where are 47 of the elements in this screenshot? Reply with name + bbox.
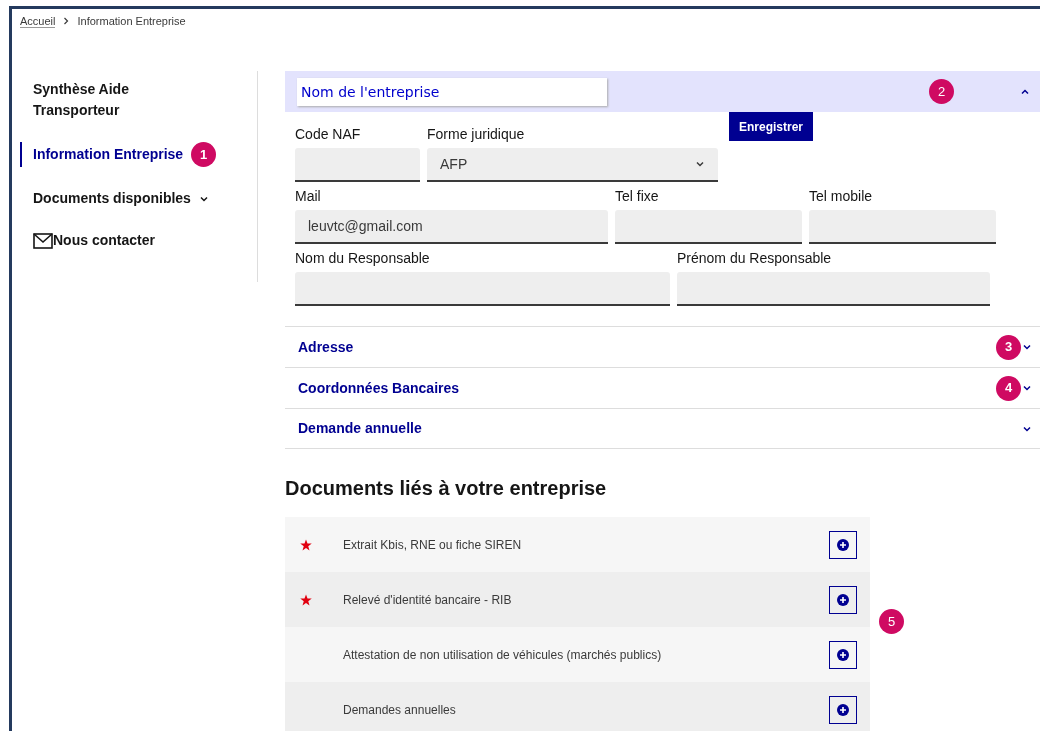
input-field[interactable] xyxy=(677,272,990,306)
document-name: Demandes annuelles xyxy=(343,701,456,719)
company-name-field[interactable]: Nom de l'entreprise xyxy=(297,77,607,106)
sidebar-link[interactable]: Nous contacter xyxy=(53,230,155,251)
chevron-right-icon xyxy=(63,17,70,25)
annotation-badge: 3 xyxy=(996,334,1021,360)
input-field[interactable] xyxy=(295,148,420,182)
field-label: Prénom du Responsable xyxy=(677,249,833,268)
annotation-badge: 5 xyxy=(879,609,904,634)
sidebar-link[interactable]: Information Entreprise xyxy=(33,144,184,165)
add-button[interactable] xyxy=(829,585,857,614)
field-label: Tel mobile xyxy=(809,187,874,206)
accordion-header[interactable]: Nom de l'entreprise 2 xyxy=(285,71,1040,112)
field-label: Code NAF xyxy=(295,125,362,144)
accordion-header[interactable]: Demande annuelle xyxy=(285,408,1040,449)
section-heading: Documents liés à votre entreprise xyxy=(285,476,608,501)
annotation-badge: 2 xyxy=(929,79,954,104)
annotation-badge: 4 xyxy=(996,375,1021,401)
field-label: Mail xyxy=(295,187,322,206)
chevron-down-icon xyxy=(695,159,705,169)
select-field[interactable]: AFP xyxy=(427,148,718,182)
field-label: Nom du Responsable xyxy=(295,249,431,268)
input-field[interactable]: leuvtc@gmail.com xyxy=(295,210,608,244)
annotation-badge: 1 xyxy=(191,142,217,167)
save-button[interactable]: Enregistrer xyxy=(729,112,814,141)
accordion-header[interactable]: Adresse 3 xyxy=(285,326,1040,367)
plus-circle-icon xyxy=(837,538,849,551)
field-label: Tel fixe xyxy=(615,187,660,206)
sidebar-link[interactable]: Synthèse Aide Transporteur xyxy=(33,79,153,121)
add-button[interactable] xyxy=(829,695,857,724)
add-button[interactable] xyxy=(829,530,857,559)
field-label: Forme juridique xyxy=(427,125,526,144)
breadcrumb-current: Information Entreprise xyxy=(77,15,186,27)
input-field[interactable] xyxy=(295,272,670,306)
document-name: Relevé d'identité bancaire - RIB xyxy=(343,591,512,609)
input-field[interactable] xyxy=(615,210,802,244)
document-name: Extrait Kbis, RNE ou fiche SIREN xyxy=(343,536,522,554)
document-name: Attestation de non utilisation de véhicules (marchés publics) xyxy=(343,646,662,664)
sidebar-link[interactable]: Documents disponibles xyxy=(33,188,191,209)
plus-circle-icon xyxy=(837,703,849,716)
add-button[interactable] xyxy=(829,640,857,669)
accordion-header[interactable]: Coordonnées Bancaires 4 xyxy=(285,367,1040,408)
plus-circle-icon xyxy=(837,593,849,606)
plus-circle-icon xyxy=(837,648,849,661)
input-field[interactable] xyxy=(809,210,996,244)
breadcrumb-link[interactable]: Accueil xyxy=(20,15,56,28)
mail-icon xyxy=(33,232,53,249)
